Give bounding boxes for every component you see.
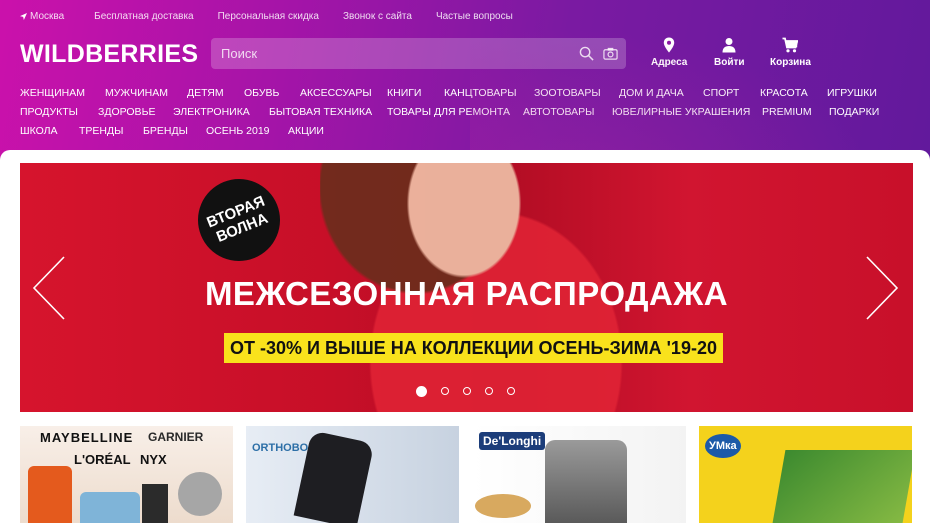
product-shampoo-image: [28, 466, 72, 523]
banner-pagination: [416, 385, 529, 397]
free-delivery-link[interactable]: Бесплатная доставка: [94, 9, 193, 23]
banner-dot-5[interactable]: [507, 387, 515, 395]
banner-dot-4[interactable]: [485, 387, 493, 395]
nav-item-home[interactable]: Дом и дача: [619, 87, 684, 99]
nav-item-accessories[interactable]: Аксессуары: [300, 87, 372, 99]
nav-item-beauty[interactable]: Красота: [760, 87, 808, 99]
banner-dot-3[interactable]: [463, 387, 471, 395]
nav-item-gifts[interactable]: Подарки: [829, 106, 879, 118]
brand-delonghi: De'Longhi: [479, 432, 546, 450]
cart-icon: [782, 37, 799, 53]
logo[interactable]: WILDBERRIES: [20, 40, 198, 69]
brand-garnier: GARNIER: [148, 430, 204, 444]
nav-item-brands[interactable]: Бренды: [143, 125, 188, 137]
cart-button[interactable]: Корзина: [770, 37, 811, 68]
dish-image: [475, 494, 531, 518]
search-icon[interactable]: [579, 46, 594, 61]
personal-discount-link[interactable]: Персональная скидка: [218, 9, 319, 23]
nav-item-food[interactable]: Продукты: [20, 106, 78, 118]
nav-item-trends[interactable]: Тренды: [79, 125, 123, 137]
nav-item-shoes[interactable]: Обувь: [244, 87, 279, 99]
pin-icon: [663, 37, 675, 53]
nav-item-women[interactable]: Женщинам: [20, 87, 85, 99]
nav-item-toys[interactable]: Игрушки: [827, 87, 877, 99]
faq-link[interactable]: Частые вопросы: [436, 9, 513, 23]
location-link[interactable]: Москва: [20, 9, 64, 23]
nav-item-premium[interactable]: Premium: [762, 106, 812, 118]
promo-tile-cosmetics[interactable]: MAYBELLINE GARNIER L'ORÉAL NYX: [20, 426, 233, 523]
product-powder-image: [178, 472, 222, 516]
camera-icon[interactable]: [603, 46, 618, 61]
banner-subline: ОТ -30% И ВЫШЕ НА КОЛЛЕКЦИИ ОСЕНЬ-ЗИМА '…: [224, 333, 723, 363]
addresses-button[interactable]: Адреса: [651, 37, 687, 68]
addresses-label: Адреса: [651, 57, 688, 68]
nav-item-autumn-2019[interactable]: Осень 2019: [206, 125, 270, 137]
brand-nyx: NYX: [140, 452, 167, 467]
banner-dot-2[interactable]: [441, 387, 449, 395]
nav-item-stationery[interactable]: Канцтовары: [444, 87, 517, 99]
playmat-image: [772, 450, 912, 523]
brand-loreal: L'ORÉAL: [74, 452, 131, 467]
cart-label: Корзина: [770, 57, 811, 68]
search-input[interactable]: [211, 38, 571, 69]
nav-item-repair[interactable]: Товары для ремонта: [387, 106, 510, 118]
location-arrow-icon: [20, 12, 27, 20]
appliance-image: [545, 440, 627, 523]
location-label: Москва: [30, 10, 65, 22]
login-label: Войти: [714, 57, 745, 68]
product-mask-image: [80, 492, 140, 523]
nav-item-jewelry[interactable]: Ювелирные украшения: [612, 106, 750, 118]
nav-item-appliances[interactable]: Бытовая техника: [269, 106, 372, 118]
nav-item-sport[interactable]: Спорт: [703, 87, 739, 99]
nav-item-men[interactable]: Мужчинам: [105, 87, 168, 99]
nav-item-electronics[interactable]: Электроника: [173, 106, 250, 118]
nav-item-sales[interactable]: Акции: [288, 125, 324, 137]
nav-item-kids[interactable]: Детям: [187, 87, 224, 99]
promo-tile-delonghi[interactable]: De'Longhi: [473, 426, 686, 523]
brand-umka: УМка: [705, 434, 741, 458]
brand-maybelline: MAYBELLINE: [40, 430, 134, 445]
nav-item-health[interactable]: Здоровье: [98, 106, 155, 118]
site-header: Москва Бесплатная доставка Персональная …: [0, 0, 930, 160]
product-bottle-image: [142, 484, 168, 523]
nav-item-school[interactable]: Школа: [20, 125, 58, 137]
banner-dot-1[interactable]: [416, 385, 427, 397]
promo-tile-orthoboom[interactable]: ORTHOBOOM: [246, 426, 459, 523]
nav-item-pets[interactable]: Зоотовары: [534, 87, 601, 99]
login-button[interactable]: Войти: [714, 37, 745, 68]
banner-next-arrow-icon[interactable]: [865, 255, 899, 321]
nav-item-auto[interactable]: Автотовары: [523, 106, 594, 118]
user-icon: [722, 38, 736, 53]
banner-headline: МЕЖСЕЗОННАЯ РАСПРОДАЖА: [204, 275, 729, 312]
promo-tile-umka[interactable]: УМка: [699, 426, 912, 523]
callback-link[interactable]: Звонок с сайта: [343, 9, 412, 23]
promo-banner[interactable]: ВТОРАЯ ВОЛНА МЕЖСЕЗОННАЯ РАСПРОДАЖА ОТ -…: [20, 163, 913, 412]
banner-prev-arrow-icon[interactable]: [32, 255, 66, 321]
search-bar: [211, 38, 626, 69]
top-bar: Москва Бесплатная доставка Персональная …: [20, 9, 537, 23]
nav-item-books[interactable]: Книги: [387, 87, 421, 99]
